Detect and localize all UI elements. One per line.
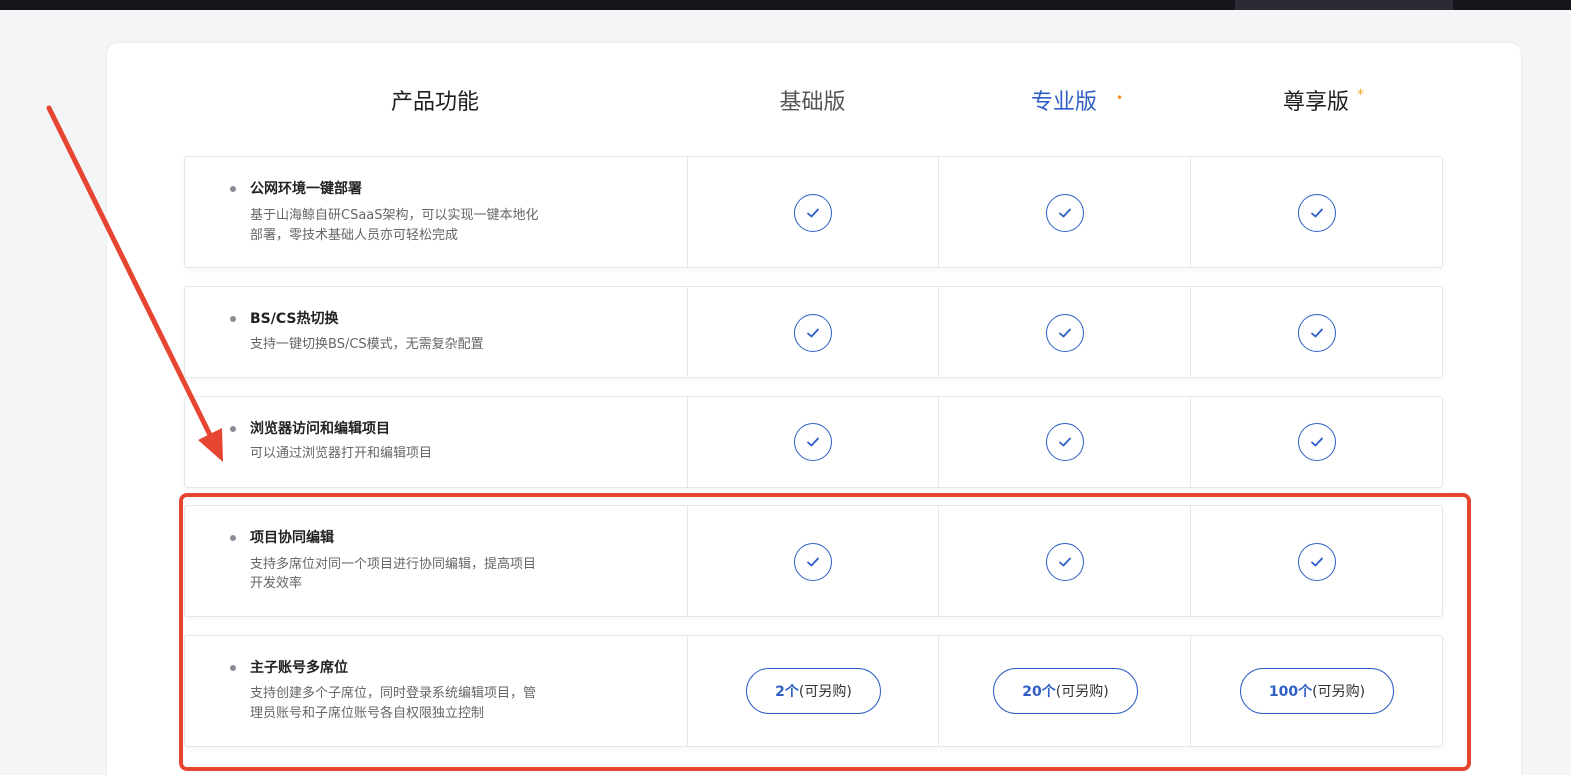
header-features: 产品功能 — [390, 90, 479, 115]
pro-dot-marker: • — [1116, 91, 1124, 105]
premium-star-marker: * — [1357, 87, 1364, 103]
header-basic: 基础版 — [779, 90, 846, 115]
bullet-icon — [230, 316, 236, 322]
feature-desc-line: 支持一键切换BS/CS模式，无需复杂配置 — [250, 337, 484, 352]
column-divider — [687, 287, 688, 377]
column-divider — [1190, 157, 1191, 267]
feature-desc-line: 可以通过浏览器打开和编辑项目 — [250, 446, 433, 461]
check-circle-icon — [1298, 194, 1336, 232]
column-divider — [1190, 287, 1191, 377]
bullet-icon — [230, 426, 236, 432]
check-circle-icon — [794, 194, 832, 232]
check-circle-icon — [1046, 194, 1084, 232]
column-divider — [938, 397, 939, 487]
header-premium: 尊享版 — [1282, 90, 1349, 115]
feature-row-public-deploy: 公网环境一键部署 基于山海鲸自研CSaaS架构，可以实现一键本地化 部署，零技术… — [184, 156, 1443, 268]
feature-desc-line: 部署，零技术基础人员亦可轻松完成 — [250, 228, 459, 243]
check-circle-icon — [1298, 314, 1336, 352]
check-circle-icon — [794, 423, 832, 461]
feature-title: 浏览器访问和编辑项目 — [250, 421, 390, 437]
top-bar — [0, 0, 1571, 10]
column-divider — [938, 287, 939, 377]
annotation-highlight-box — [179, 493, 1471, 771]
feature-title: BS/CS热切换 — [250, 311, 339, 327]
column-divider — [1190, 397, 1191, 487]
check-circle-icon — [794, 314, 832, 352]
check-circle-icon — [1046, 314, 1084, 352]
feature-desc-line: 基于山海鲸自研CSaaS架构，可以实现一键本地化 — [250, 208, 539, 223]
column-divider — [938, 157, 939, 267]
bullet-icon — [230, 186, 236, 192]
feature-row-browser-access: 浏览器访问和编辑项目 可以通过浏览器打开和编辑项目 — [184, 396, 1443, 488]
column-divider — [687, 397, 688, 487]
top-bar-tab[interactable] — [1235, 0, 1453, 10]
column-divider — [687, 157, 688, 267]
check-circle-icon — [1046, 423, 1084, 461]
feature-row-bs-cs-switch: BS/CS热切换 支持一键切换BS/CS模式，无需复杂配置 — [184, 286, 1443, 378]
feature-title: 公网环境一键部署 — [250, 181, 362, 197]
check-circle-icon — [1298, 423, 1336, 461]
header-pro: 专业版 — [1030, 90, 1097, 115]
